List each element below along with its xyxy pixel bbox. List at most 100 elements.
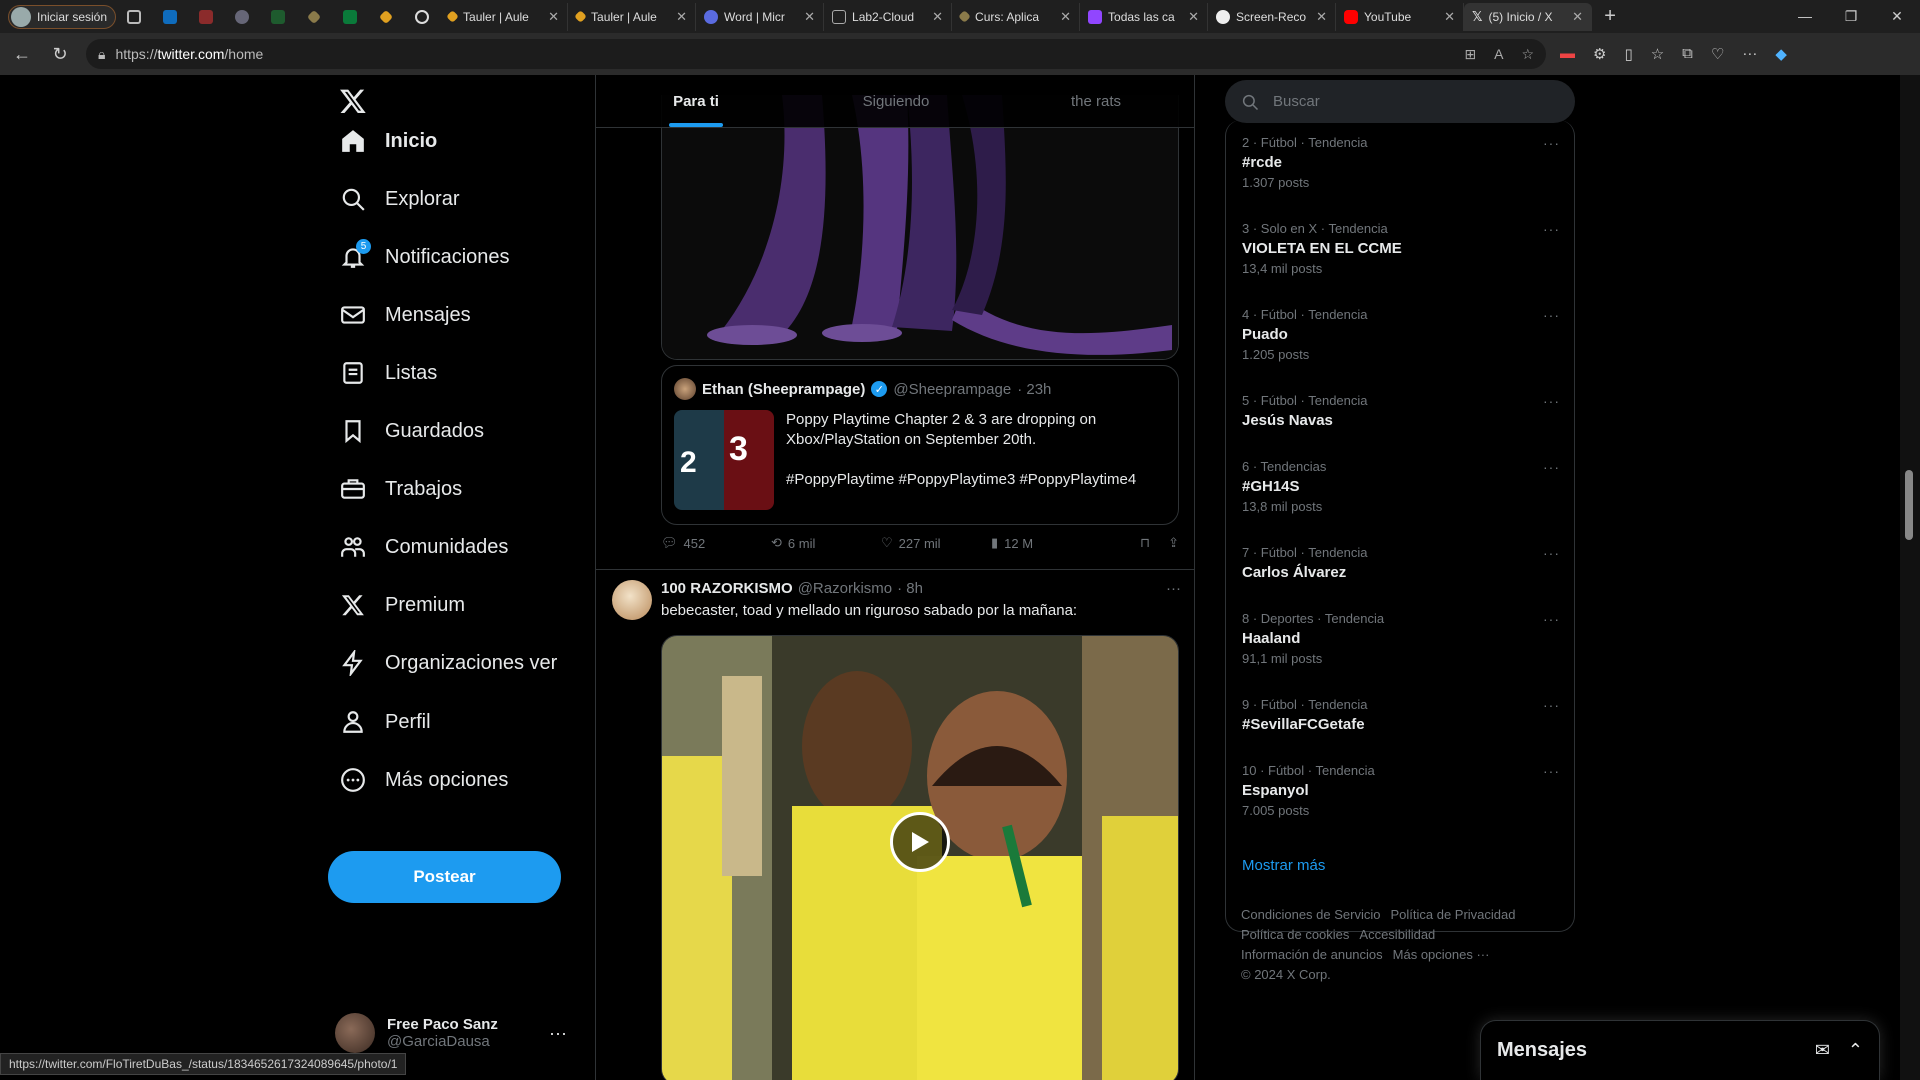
trend-item[interactable]: 9 · Fútbol · Tendencia #SevillaFCGetafe … — [1242, 697, 1560, 733]
privacy-link[interactable]: Política de Privacidad — [1390, 907, 1515, 922]
hashtags[interactable]: #PoppyPlaytime #PoppyPlaytime3 #PoppyPla… — [786, 470, 1166, 490]
tweet-author-name[interactable]: 100 RAZORKISMO — [661, 580, 793, 597]
new-message-icon[interactable]: ✉ — [1815, 1040, 1830, 1061]
trend-item[interactable]: 4 · Fútbol · Tendencia Puado 1.205 posts… — [1242, 307, 1560, 362]
tab-tauler-2[interactable]: Tauler | Aule ✕ — [568, 2, 697, 31]
like-button[interactable]: ♡ 227 mil — [881, 535, 991, 551]
uab-tab-icon[interactable] — [332, 5, 368, 29]
x-logo-icon[interactable] — [339, 87, 367, 123]
more-icon[interactable]: ··· — [1543, 307, 1560, 323]
reply-button[interactable]: 💬︎ 452 — [661, 535, 771, 551]
more-icon[interactable]: ··· — [1543, 135, 1560, 151]
tab-x-home[interactable]: 𝕏 (5) Inicio / X ✕ — [1464, 2, 1593, 31]
collections-icon[interactable]: ⧉ — [1682, 45, 1693, 63]
outlook-tab-icon[interactable] — [152, 5, 188, 29]
copilot-icon[interactable]: ◆ — [1775, 45, 1787, 63]
refresh-icon[interactable]: ↻ — [48, 44, 72, 65]
back-icon[interactable]: ← — [10, 44, 34, 65]
trend-item[interactable]: 10 · Fútbol · Tendencia Espanyol 7.005 p… — [1242, 763, 1560, 818]
close-icon[interactable]: ✕ — [1444, 9, 1455, 25]
expand-icon[interactable]: ⌃ — [1848, 1040, 1863, 1061]
tos-link[interactable]: Condiciones de Servicio — [1241, 907, 1380, 922]
tab-curs[interactable]: Curs: Aplica ✕ — [952, 2, 1081, 31]
close-icon[interactable]: ✕ — [804, 9, 815, 25]
nav-item-premium[interactable]: Premium — [339, 585, 465, 625]
profile-button[interactable]: Iniciar sesión — [8, 4, 117, 29]
nav-item-listas[interactable]: Listas — [339, 353, 437, 393]
quote-author-name[interactable]: Ethan (Sheeprampage) — [702, 381, 865, 398]
extension-flag-icon[interactable]: ▬ — [1560, 45, 1575, 63]
extensions-icon[interactable]: ⚙ — [1593, 45, 1606, 63]
tab-youtube[interactable]: YouTube ✕ — [1336, 2, 1465, 31]
more-icon[interactable]: ··· — [1543, 221, 1560, 237]
repost-button[interactable]: ⟲ 6 mil — [771, 535, 881, 551]
messages-drawer[interactable]: Mensajes ✉ ⌃ — [1480, 1020, 1880, 1080]
more-icon[interactable]: ··· — [1543, 459, 1560, 475]
browser-essentials-icon[interactable]: ♡ — [1711, 45, 1724, 63]
trend-item[interactable]: 2 · Fútbol · Tendencia #rcde 1.307 posts… — [1242, 135, 1560, 190]
green-tab-icon[interactable] — [260, 5, 296, 29]
more-icon[interactable]: ··· — [1543, 611, 1560, 627]
circle-tab-icon[interactable] — [224, 5, 260, 29]
views-button[interactable]: ▮ 12 M — [991, 535, 1101, 551]
quoted-tweet[interactable]: Ethan (Sheeprampage) ✓ @Sheeprampage · 2… — [661, 365, 1179, 525]
workspaces-icon[interactable] — [116, 5, 152, 29]
nav-item-mensajes[interactable]: Mensajes — [339, 295, 471, 335]
nav-item-perfil[interactable]: Perfil — [339, 702, 431, 742]
close-icon[interactable]: ✕ — [548, 9, 559, 25]
more-icon[interactable]: ··· — [1543, 393, 1560, 409]
nav-item-guardados[interactable]: Guardados — [339, 411, 484, 451]
read-aloud-icon[interactable]: A — [1494, 46, 1503, 63]
chatgpt-tab-icon[interactable] — [404, 5, 440, 29]
accessibility-link[interactable]: Accesibilidad — [1359, 927, 1435, 942]
close-icon[interactable]: ✕ — [932, 9, 943, 25]
more-icon[interactable]: ··· — [1543, 697, 1560, 713]
tweet-author-handle[interactable]: @Razorkismo — [798, 580, 892, 597]
tab-the-rats[interactable]: the rats — [996, 75, 1194, 127]
scrollbar-thumb[interactable] — [1905, 470, 1913, 540]
tab-para-ti[interactable]: Para ti — [596, 75, 796, 127]
nav-item-inicio[interactable]: Inicio — [339, 121, 437, 161]
trend-item[interactable]: 3 · Solo en X · Tendencia VIOLETA EN EL … — [1242, 221, 1560, 276]
nav-item-mas-opciones[interactable]: Más opciones — [339, 760, 508, 800]
quote-time[interactable]: · 23h — [1017, 381, 1051, 398]
app-icon[interactable]: ⊞ — [1464, 46, 1476, 63]
split-screen-icon[interactable]: ▯ — [1624, 45, 1632, 63]
cookies-link[interactable]: Política de cookies — [1241, 927, 1349, 942]
close-icon[interactable]: ✕ — [1060, 9, 1071, 25]
tab-twitch[interactable]: Todas las ca ✕ — [1080, 2, 1209, 31]
post-button[interactable]: Postear — [328, 851, 561, 903]
show-more-link[interactable]: Mostrar más — [1242, 857, 1325, 874]
tweet-video[interactable] — [661, 635, 1179, 1080]
trend-item[interactable]: 5 · Fútbol · Tendencia Jesús Navas ··· — [1242, 393, 1560, 429]
close-icon[interactable]: ✕ — [1188, 9, 1199, 25]
nav-item-organizaciones[interactable]: Organizaciones ver — [339, 643, 589, 683]
tab-word[interactable]: Word | Micr ✕ — [696, 2, 825, 31]
quote-author-handle[interactable]: @Sheeprampage — [893, 381, 1011, 398]
page-scrollbar[interactable] — [1900, 75, 1920, 1080]
bookmark-icon[interactable]: ⊓ — [1140, 535, 1150, 551]
search-input[interactable]: Buscar — [1225, 80, 1575, 123]
tab-tauler-1[interactable]: Tauler | Aule ✕ — [440, 2, 569, 31]
close-window-icon[interactable]: ✕ — [1874, 8, 1920, 25]
trend-item[interactable]: 6 · Tendencias #GH14S 13,8 mil posts ··· — [1242, 459, 1560, 514]
close-icon[interactable]: ✕ — [1316, 9, 1327, 25]
tweet-media-image[interactable] — [661, 95, 1179, 360]
tab-github[interactable]: Screen-Reco ✕ — [1208, 2, 1337, 31]
url-field[interactable]: 🔒︎ https://twitter.com/home ⊞ A ☆ — [86, 39, 1546, 69]
diamond-tab-icon[interactable] — [296, 5, 332, 29]
nav-item-explorar[interactable]: Explorar — [339, 179, 459, 219]
trend-item[interactable]: 8 · Deportes · Tendencia Haaland 91,1 mi… — [1242, 611, 1560, 666]
minimize-icon[interactable]: — — [1782, 8, 1828, 25]
avatar[interactable] — [612, 580, 652, 620]
moodle-tab-icon[interactable] — [368, 5, 404, 29]
favorites-icon[interactable]: ☆ — [1651, 45, 1664, 63]
quote-thumbnail[interactable]: 2 3 — [674, 410, 774, 510]
more-options-link[interactable]: Más opciones ··· — [1393, 947, 1490, 962]
account-switcher[interactable]: Free Paco Sanz @GarciaDausa ··· — [335, 1007, 567, 1059]
favorite-star-icon[interactable]: ☆ — [1521, 46, 1534, 63]
play-button[interactable] — [890, 812, 950, 873]
settings-more-icon[interactable]: ··· — [1742, 45, 1757, 63]
nav-item-trabajos[interactable]: Trabajos — [339, 469, 462, 509]
more-icon[interactable]: ··· — [1166, 580, 1181, 597]
